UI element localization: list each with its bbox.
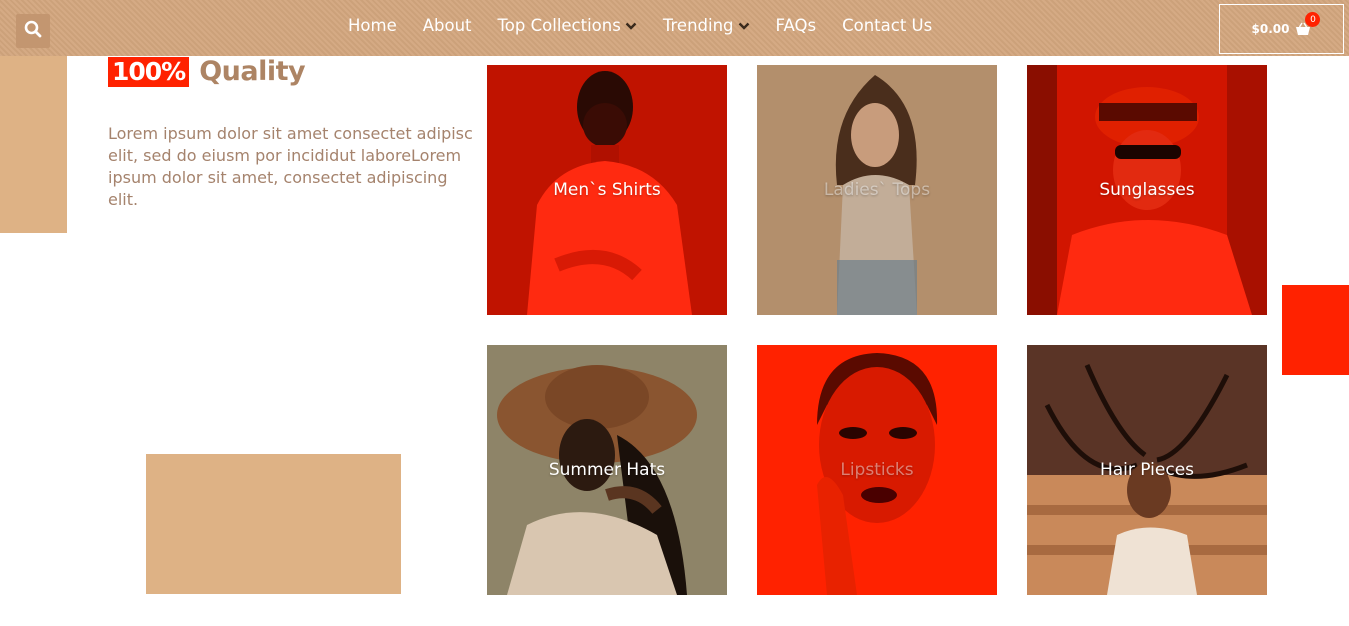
cart-count-badge: 0 — [1305, 12, 1321, 27]
tile-label: Summer Hats — [548, 460, 666, 480]
tile-label: Sunglasses — [1099, 180, 1195, 200]
nav-trending-label: Trending — [662, 16, 734, 35]
category-tile-lipsticks[interactable]: Lipsticks — [757, 345, 997, 595]
nav-top-collections[interactable]: Top Collections — [498, 16, 637, 35]
decorative-block-right — [1282, 285, 1349, 375]
chevron-down-icon — [738, 21, 750, 31]
nav-contact-us-label: Contact Us — [842, 16, 933, 35]
nav-contact-us[interactable]: Contact Us — [842, 16, 932, 35]
category-tile-sunglasses[interactable]: Sunglasses — [1027, 65, 1267, 315]
cart-button[interactable]: $0.00 0 — [1219, 4, 1344, 54]
tile-label: Men`s Shirts — [553, 180, 661, 200]
chevron-down-icon — [625, 21, 637, 31]
search-button[interactable] — [16, 14, 50, 48]
cart-amount: $0.00 — [1251, 22, 1290, 36]
category-tile-mens-shirts[interactable]: Men`s Shirts — [487, 65, 727, 315]
section-heading: 100% Quality — [108, 56, 306, 87]
nav-home-label: Home — [348, 16, 397, 35]
tile-label: Hair Pieces — [1099, 460, 1195, 480]
site-header: Home About Top Collections Trending FAQs… — [0, 0, 1349, 56]
category-tile-summer-hats[interactable]: Summer Hats — [487, 345, 727, 595]
nav-about[interactable]: About — [423, 16, 472, 35]
nav-about-label: About — [422, 16, 472, 35]
decorative-block-left — [0, 56, 67, 233]
nav-top-collections-label: Top Collections — [497, 16, 621, 35]
search-icon — [24, 20, 42, 42]
nav-faqs[interactable]: FAQs — [776, 16, 817, 35]
heading-badge: 100% — [108, 57, 190, 87]
shopping-basket-icon: 0 — [1295, 12, 1321, 36]
heading-title: Quality — [199, 56, 306, 87]
nav-home[interactable]: Home — [348, 16, 397, 35]
category-tile-ladies-tops[interactable]: Ladies` Tops — [757, 65, 997, 315]
nav-faqs-label: FAQs — [775, 16, 817, 35]
tile-label: Lipsticks — [840, 460, 914, 480]
main-nav: Home About Top Collections Trending FAQs… — [348, 16, 958, 35]
section-description: Lorem ipsum dolor sit amet consectet adi… — [108, 124, 473, 209]
tile-label: Ladies` Tops — [823, 180, 931, 200]
nav-trending[interactable]: Trending — [663, 16, 750, 35]
decorative-block-bottom — [146, 454, 401, 594]
category-tile-hair-pieces[interactable]: Hair Pieces — [1027, 345, 1267, 595]
